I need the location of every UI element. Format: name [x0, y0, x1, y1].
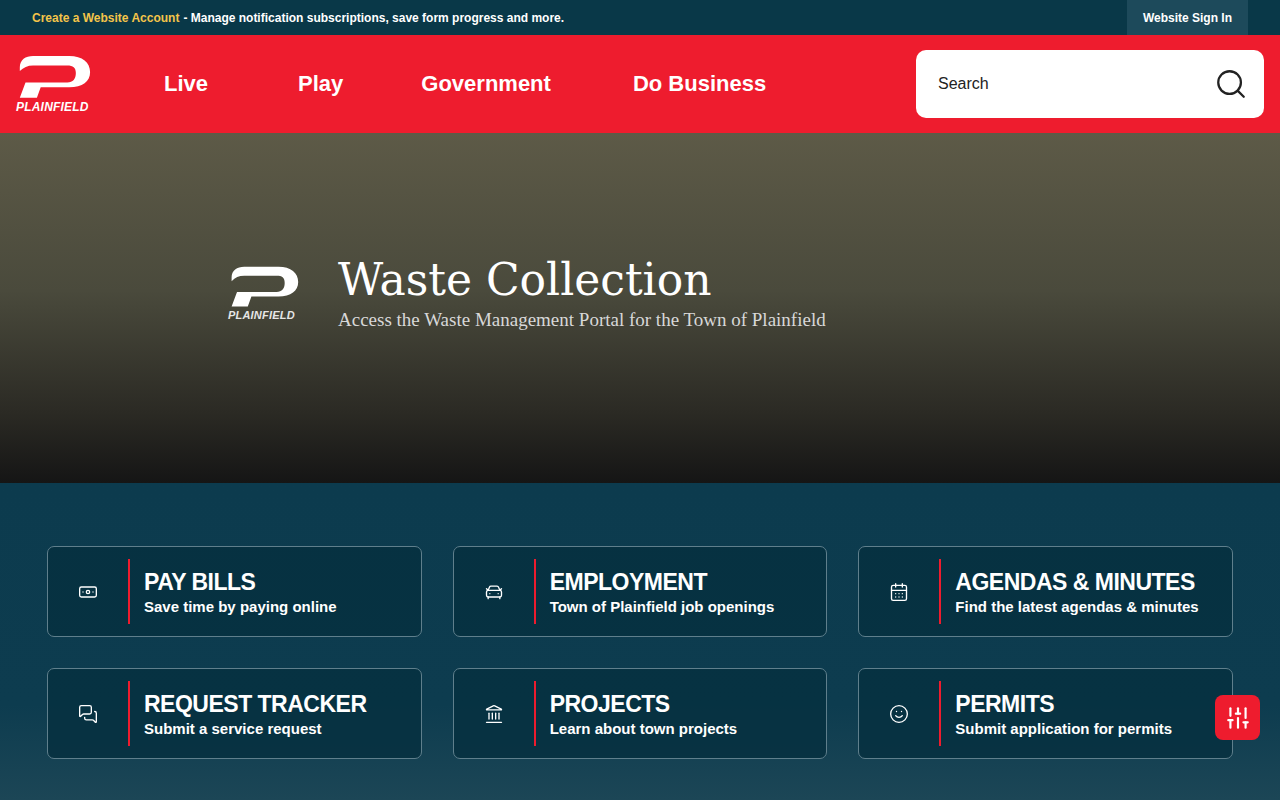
quick-links: PAY BILLS Save time by paying online EMPLO… — [0, 483, 1280, 800]
top-bar: Create a Website Account - Manage notific… — [0, 0, 1280, 35]
card-accent — [128, 559, 130, 624]
search-input[interactable] — [936, 74, 1206, 94]
hero-subtitle: Access the Waste Management Portal for t… — [338, 309, 826, 331]
card-accent — [939, 681, 941, 746]
card-title: PROJECTS — [550, 691, 738, 718]
quick-link-card[interactable]: AGENDAS & MINUTES Find the latest agendas… — [858, 546, 1233, 637]
card-accent — [128, 681, 130, 746]
card-subtitle: Town of Plainfield job openings — [550, 598, 775, 615]
quick-link-card[interactable]: EMPLOYMENT Town of Plainfield job opening… — [453, 546, 828, 637]
bill-icon — [78, 582, 98, 602]
logo[interactable]: PLAINFIELD — [16, 54, 96, 115]
nav-item[interactable]: Government — [395, 71, 607, 97]
quick-link-card[interactable]: PROJECTS Learn about town projects — [453, 668, 828, 759]
quick-link-card[interactable]: REQUEST TRACKER Submit a service request — [47, 668, 422, 759]
badge-icon — [889, 704, 909, 724]
building-icon — [484, 704, 504, 724]
card-accent — [534, 681, 536, 746]
quick-link-card[interactable]: PAY BILLS Save time by paying online — [47, 546, 422, 637]
account-message: Create a Website Account - Manage notific… — [32, 11, 564, 25]
hero-banner: PLAINFIELD Waste Collection Access the Was… — [0, 133, 1280, 483]
card-title: PERMITS — [955, 691, 1172, 718]
page: Create a Website Account - Manage notific… — [0, 0, 1280, 800]
chat-icon — [78, 704, 98, 724]
card-subtitle: Submit a service request — [144, 720, 367, 737]
hero-logo-name: PLAINFIELD — [228, 309, 295, 321]
accessibility-button[interactable] — [1215, 695, 1260, 740]
card-subtitle: Submit application for permits — [955, 720, 1172, 737]
hero-title: Waste Collection — [338, 255, 826, 306]
search-icon[interactable] — [1214, 67, 1248, 101]
logo-name: PLAINFIELD — [16, 100, 89, 114]
nav-bar: PLAINFIELD LivePlayGovernmentDo Business — [0, 35, 1280, 133]
card-title: AGENDAS & MINUTES — [955, 569, 1198, 596]
create-account-link[interactable]: Create a Website Account — [32, 11, 179, 25]
calendar-icon — [889, 582, 909, 602]
search-box — [916, 50, 1264, 118]
quick-link-card[interactable]: PERMITS Submit application for permits — [858, 668, 1233, 759]
car-icon — [484, 582, 504, 602]
card-title: EMPLOYMENT — [550, 569, 775, 596]
main-nav: LivePlayGovernmentDo Business — [148, 71, 916, 97]
card-subtitle: Find the latest agendas & minutes — [955, 598, 1198, 615]
plainfield-p-icon — [16, 54, 92, 100]
card-accent — [939, 559, 941, 624]
sliders-icon — [1225, 705, 1251, 731]
card-accent — [534, 559, 536, 624]
card-subtitle: Save time by paying online — [144, 598, 337, 615]
hero-logo: PLAINFIELD — [228, 265, 304, 321]
nav-item[interactable]: Live — [148, 71, 272, 97]
sign-in-button[interactable]: Website Sign In — [1127, 0, 1248, 35]
nav-item[interactable]: Do Business — [607, 71, 792, 97]
account-message-text: - Manage notification subscriptions, sav… — [183, 11, 564, 25]
nav-item[interactable]: Play — [272, 71, 395, 97]
card-subtitle: Learn about town projects — [550, 720, 738, 737]
card-title: REQUEST TRACKER — [144, 691, 367, 718]
card-title: PAY BILLS — [144, 569, 337, 596]
plainfield-p-icon — [228, 265, 300, 308]
